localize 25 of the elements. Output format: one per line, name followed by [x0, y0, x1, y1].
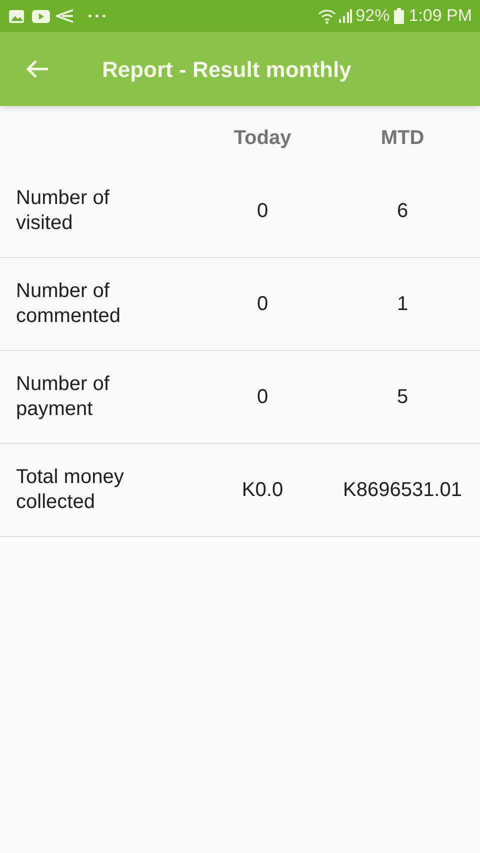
play-icon [32, 10, 50, 22]
table-cell-text: K8696531.01 [342, 478, 462, 503]
row-label: Number of payment [16, 372, 110, 422]
wifi-icon [318, 8, 336, 24]
table-cell-text: 0 [256, 292, 268, 317]
column-header: Today [234, 126, 292, 150]
column-header: MTD [380, 126, 424, 150]
table-cell-text: 5 [396, 385, 408, 410]
table-cell-text: 6 [396, 199, 408, 224]
row-label: Number of visited [16, 186, 110, 236]
status-time: 1:09 PM [408, 5, 472, 28]
back-arrow-icon [25, 59, 49, 79]
signal-icon [338, 9, 352, 23]
more-icon [88, 14, 106, 18]
table-cell-text: K0.0 [242, 478, 284, 503]
row-label: Number of commented [16, 279, 122, 329]
battery-icon [394, 8, 404, 24]
image-icon [8, 8, 25, 24]
screen-title: Report - Result monthly [102, 56, 352, 84]
table-cell-text: 0 [256, 385, 268, 410]
battery-percent: 92% [356, 5, 390, 28]
table-cell-text: 0 [256, 199, 268, 224]
row-label: Total money collected [16, 465, 125, 515]
table-cell-text: 1 [396, 292, 408, 317]
send-icon [56, 9, 74, 23]
